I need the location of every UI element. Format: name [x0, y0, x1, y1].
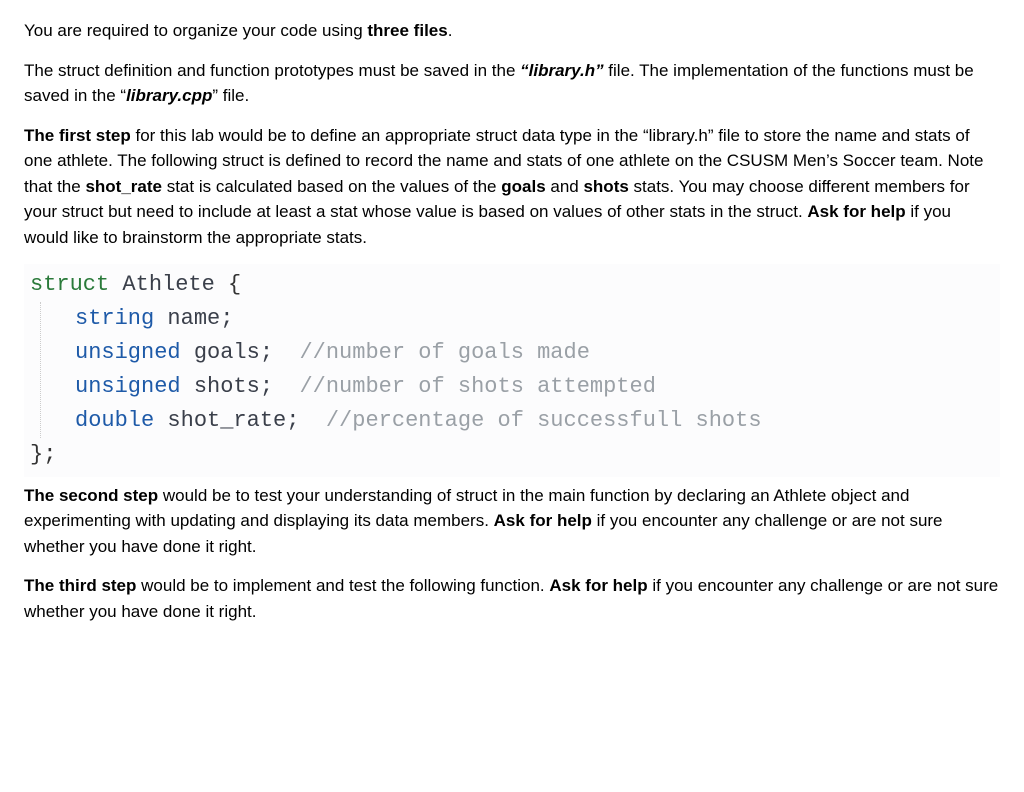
comment: //percentage of successfull shots: [326, 408, 762, 433]
comment: //number of shots attempted: [299, 374, 655, 399]
member: shots;: [181, 374, 300, 399]
bold-text: three files: [367, 21, 447, 40]
type: unsigned: [75, 340, 181, 365]
step-label: The third step: [24, 576, 136, 595]
brace-close: };: [30, 442, 56, 467]
keyword-struct: struct: [30, 272, 109, 297]
member: goals;: [181, 340, 300, 365]
ask-for-help: Ask for help: [494, 511, 592, 530]
paragraph-5: The third step would be to implement and…: [24, 573, 1000, 624]
step-label: The first step: [24, 126, 131, 145]
paragraph-1: You are required to organize your code u…: [24, 18, 1000, 44]
member: name;: [154, 306, 233, 331]
text: and: [546, 177, 584, 196]
brace: {: [228, 272, 241, 297]
text: You are required to organize your code u…: [24, 21, 367, 40]
type: double: [75, 408, 154, 433]
code-line-3: unsigned goals; //number of goals made: [75, 336, 1000, 370]
text: .: [448, 21, 453, 40]
struct-name: Athlete: [109, 272, 228, 297]
filename: library.cpp: [126, 86, 212, 105]
ask-for-help: Ask for help: [549, 576, 647, 595]
ask-for-help: Ask for help: [807, 202, 905, 221]
code-line-6: };: [30, 438, 1000, 472]
paragraph-4: The second step would be to test your un…: [24, 483, 1000, 560]
text: stat is calculated based on the values o…: [162, 177, 501, 196]
text: The struct definition and function proto…: [24, 61, 520, 80]
code-block: struct Athlete { string name; unsigned g…: [24, 264, 1000, 477]
text: ” file.: [212, 86, 249, 105]
code-line-2: string name;: [75, 302, 1000, 336]
comment: //number of goals made: [299, 340, 589, 365]
identifier: goals: [501, 177, 545, 196]
paragraph-3: The first step for this lab would be to …: [24, 123, 1000, 251]
code-line-5: double shot_rate; //percentage of succes…: [75, 404, 1000, 438]
filename: “library.h”: [520, 61, 608, 80]
type: unsigned: [75, 374, 181, 399]
text: would be to implement and test the follo…: [136, 576, 549, 595]
paragraph-2: The struct definition and function proto…: [24, 58, 1000, 109]
step-label: The second step: [24, 486, 158, 505]
type: string: [75, 306, 154, 331]
code-line-1: struct Athlete {: [30, 268, 1000, 302]
identifier: shots: [583, 177, 628, 196]
identifier: shot_rate: [85, 177, 162, 196]
member: shot_rate;: [154, 408, 326, 433]
code-line-4: unsigned shots; //number of shots attemp…: [75, 370, 1000, 404]
